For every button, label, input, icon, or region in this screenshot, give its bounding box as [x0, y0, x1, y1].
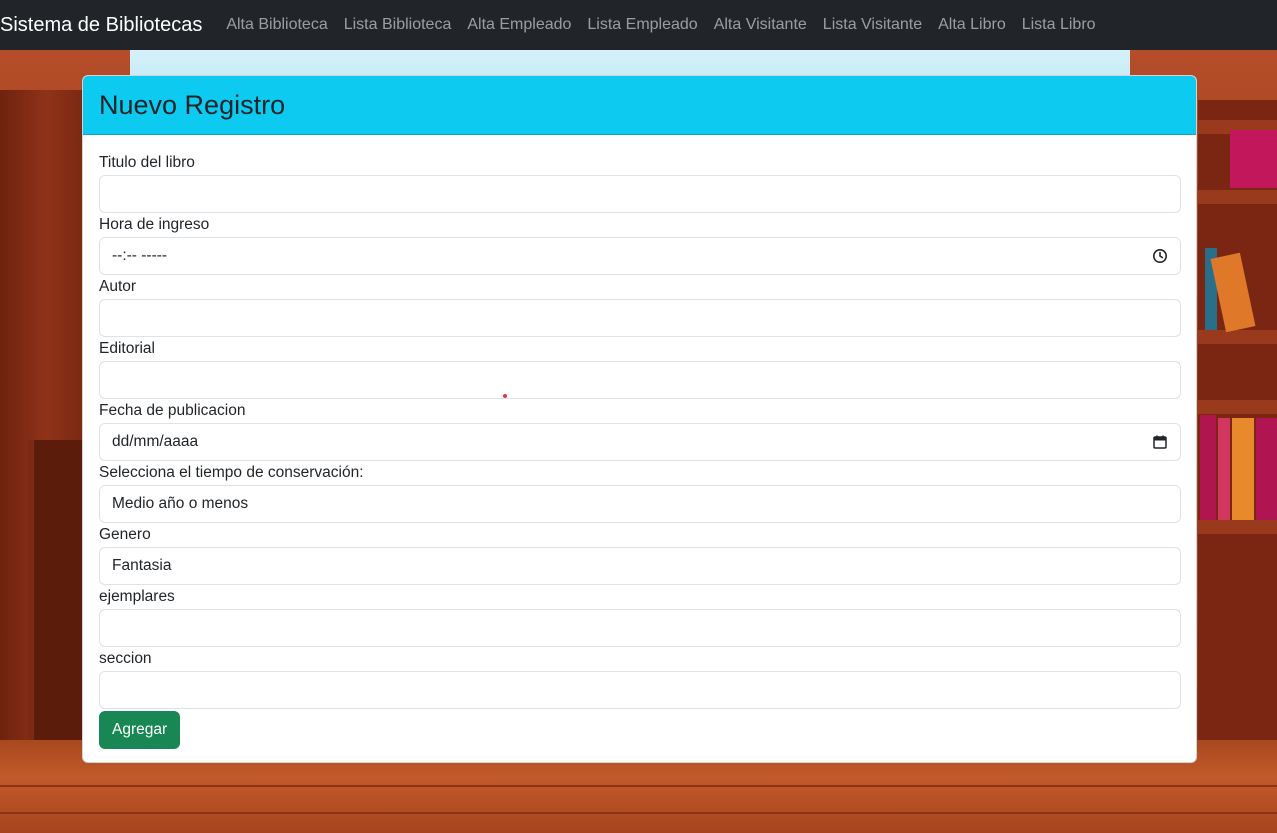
nav-link-lista-biblioteca[interactable]: Lista Biblioteca [336, 16, 460, 34]
ejemplares-input[interactable] [99, 609, 1181, 647]
nav-link-lista-libro[interactable]: Lista Libro [1014, 16, 1104, 34]
seccion-input[interactable] [99, 671, 1181, 709]
conservacion-select[interactable]: Medio año o menos [99, 485, 1181, 523]
conservacion-label: Selecciona el tiempo de conservación: [99, 464, 364, 481]
cursor-dot [503, 394, 507, 398]
registro-card: Nuevo Registro Titulo del libro Hora de … [82, 75, 1197, 763]
editorial-input[interactable] [99, 361, 1181, 399]
top-navbar: Sistema de Bibliotecas Alta Biblioteca L… [0, 0, 1277, 50]
fecha-value: dd/mm/aaaa [112, 433, 199, 450]
nav-link-alta-biblioteca[interactable]: Alta Biblioteca [218, 16, 335, 34]
genero-value: Fantasia [112, 557, 172, 574]
autor-label: Autor [99, 278, 137, 295]
ejemplares-label: ejemplares [99, 588, 175, 605]
agregar-button[interactable]: Agregar [99, 711, 181, 749]
nav-link-lista-empleado[interactable]: Lista Empleado [579, 16, 705, 34]
clock-icon[interactable] [1152, 248, 1168, 264]
nav-link-lista-visitante[interactable]: Lista Visitante [815, 16, 930, 34]
fecha-input[interactable]: dd/mm/aaaa [99, 423, 1181, 461]
nav-link-alta-libro[interactable]: Alta Libro [930, 16, 1014, 34]
titulo-label: Titulo del libro [99, 154, 195, 171]
hora-label: Hora de ingreso [99, 216, 210, 233]
book-form: Titulo del libro Hora de ingreso --:-- -… [83, 135, 1196, 749]
conservacion-value: Medio año o menos [112, 495, 249, 512]
editorial-label: Editorial [99, 340, 155, 357]
fecha-label: Fecha de publicacion [99, 402, 246, 419]
nav-link-alta-visitante[interactable]: Alta Visitante [706, 16, 815, 34]
genero-select[interactable]: Fantasia [99, 547, 1181, 585]
genero-label: Genero [99, 526, 151, 543]
seccion-label: seccion [99, 650, 152, 667]
navbar-brand[interactable]: Sistema de Bibliotecas [0, 14, 202, 37]
calendar-icon[interactable] [1152, 434, 1168, 450]
hora-value: --:-- ----- [112, 247, 168, 264]
autor-input[interactable] [99, 299, 1181, 337]
card-header: Nuevo Registro [83, 76, 1196, 135]
hora-input[interactable]: --:-- ----- [99, 237, 1181, 275]
card-title: Nuevo Registro [99, 89, 286, 120]
nav-link-alta-empleado[interactable]: Alta Empleado [459, 16, 579, 34]
titulo-input[interactable] [99, 175, 1181, 213]
